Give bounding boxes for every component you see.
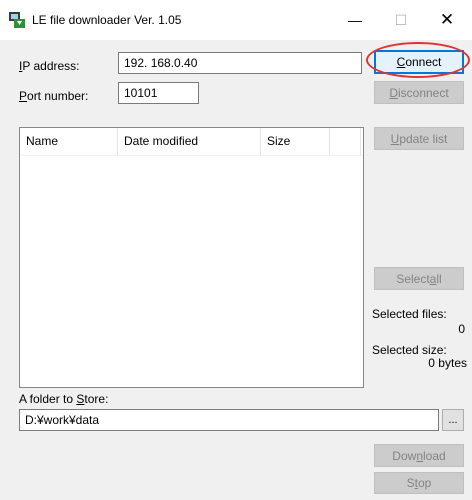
port-number-label: Port number: [19, 89, 88, 103]
connect-label: onnect [405, 55, 442, 69]
minimize-icon: — [348, 12, 362, 28]
update-label: pdate list [399, 131, 448, 146]
store-label-post: tore: [84, 392, 109, 406]
port-label-text: ort number: [27, 89, 89, 103]
port-label-accel: P [19, 89, 28, 103]
store-label-pre: A folder to [19, 392, 77, 406]
select-all-label-post: ll [436, 271, 442, 286]
select-all-button[interactable]: Select a ll [374, 267, 464, 290]
connect-accel: C [396, 55, 406, 69]
close-icon: ✕ [439, 10, 455, 29]
selected-size-label: Selected size: [372, 343, 447, 357]
column-header-size[interactable]: Size [261, 128, 330, 155]
disconnect-accel: D [389, 85, 398, 100]
stop-button[interactable]: St op [374, 472, 464, 494]
file-list[interactable]: Name Date modified Size [19, 127, 364, 388]
file-list-header: Name Date modified Size [20, 128, 363, 156]
folder-path-input[interactable]: D:¥work¥data [19, 409, 439, 431]
disconnect-label: isconnect [397, 85, 449, 100]
ip-address-label: IP address: [19, 59, 80, 73]
update-list-button[interactable]: Update list [374, 127, 464, 150]
download-button[interactable]: Dow n load [374, 444, 464, 467]
ip-address-input[interactable]: 192. 168.0.40 [118, 52, 362, 74]
column-header-extra[interactable] [330, 128, 361, 155]
column-header-name[interactable]: Name [20, 128, 118, 155]
select-all-accel: a [429, 271, 437, 286]
close-button[interactable]: ✕ [424, 0, 470, 40]
download-label-pre: Dow [392, 448, 417, 463]
browse-folder-button[interactable]: ... [442, 409, 464, 431]
download-accel: n [416, 448, 423, 463]
ip-label-text: P address: [22, 59, 80, 73]
stop-label-post: op [418, 476, 432, 490]
window-title: LE file downloader Ver. 1.05 [32, 13, 182, 27]
folder-to-store-label: A folder to Store: [19, 392, 108, 406]
minimize-button[interactable]: — [332, 0, 378, 40]
selected-files-label: Selected files: [372, 307, 447, 321]
port-number-input[interactable]: 10101 [118, 82, 199, 104]
app-icon [9, 12, 25, 28]
maximize-icon: ☐ [394, 11, 408, 28]
connect-button[interactable]: Connect [374, 50, 464, 74]
disconnect-button[interactable]: Disconnect [374, 81, 464, 104]
selected-files-value: 0 [458, 322, 465, 336]
title-bar[interactable]: LE file downloader Ver. 1.05 — ☐ ✕ [0, 0, 472, 40]
select-all-label-pre: Select [396, 271, 430, 286]
column-header-date-modified[interactable]: Date modified [118, 128, 261, 155]
stop-label-pre: S [406, 476, 415, 490]
download-label-post: load [423, 448, 446, 463]
selected-size-value: 0 bytes [428, 356, 467, 370]
update-accel: U [390, 131, 400, 146]
maximize-button[interactable]: ☐ [378, 0, 424, 40]
